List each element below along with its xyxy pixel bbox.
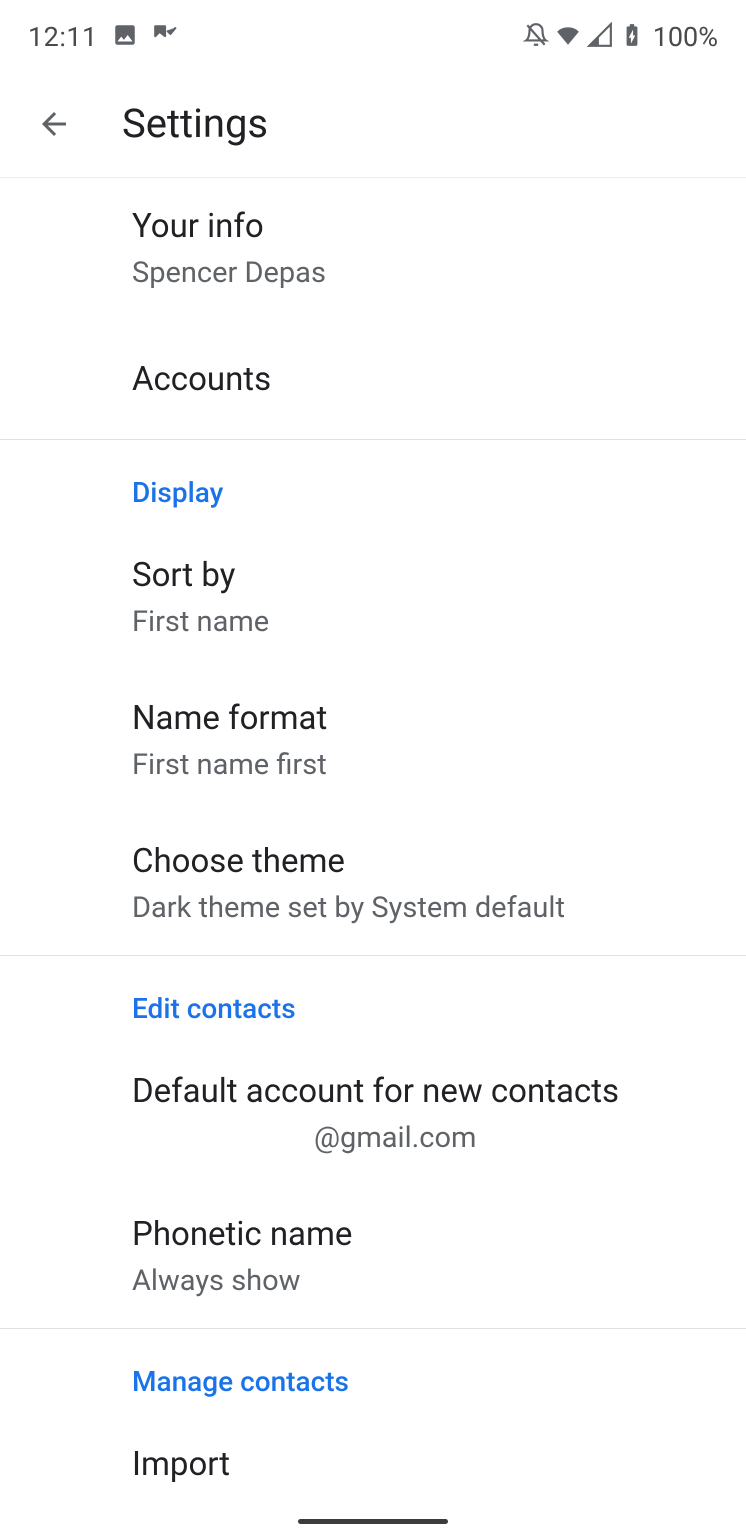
item-subtitle: Spencer Depas	[132, 255, 718, 293]
battery-charging-icon	[619, 22, 645, 52]
choose-theme-item[interactable]: Choose theme Dark theme set by System de…	[132, 813, 718, 956]
item-title: Import	[132, 1444, 718, 1487]
item-title: Name format	[132, 698, 718, 741]
page-title: Settings	[122, 100, 268, 147]
item-subtitle: Dark theme set by System default	[132, 890, 718, 928]
status-left: 12:11	[28, 21, 178, 53]
item-title: Sort by	[132, 555, 718, 598]
wifi-icon	[555, 22, 581, 52]
sort-by-item[interactable]: Sort by First name	[132, 527, 718, 670]
status-right: 100%	[523, 21, 718, 53]
item-subtitle: First name	[132, 604, 718, 642]
notifications-off-icon	[523, 22, 549, 52]
settings-list: Your info Spencer Depas Accounts Display…	[0, 178, 746, 1497]
import-item[interactable]: Import	[132, 1416, 718, 1497]
battery-text: 100%	[653, 21, 718, 53]
item-subtitle: First name first	[132, 747, 718, 785]
phonetic-name-item[interactable]: Phonetic name Always show	[132, 1186, 718, 1329]
item-subtitle: Always show	[132, 1263, 718, 1301]
section-edit-contacts: Edit contacts	[132, 956, 718, 1043]
accounts-item[interactable]: Accounts	[132, 321, 718, 440]
section-display: Display	[132, 440, 718, 527]
picture-icon	[112, 22, 138, 52]
item-title: Phonetic name	[132, 1214, 718, 1257]
item-title: Accounts	[132, 359, 718, 402]
item-subtitle: @gmail.com	[132, 1120, 718, 1158]
status-time: 12:11	[28, 21, 98, 53]
name-format-item[interactable]: Name format First name first	[132, 670, 718, 813]
back-button[interactable]	[34, 104, 74, 144]
your-info-item[interactable]: Your info Spencer Depas	[132, 178, 718, 321]
nav-handle[interactable]	[298, 1519, 448, 1524]
item-title: Choose theme	[132, 841, 718, 884]
app-bar: Settings	[0, 70, 746, 178]
section-manage-contacts: Manage contacts	[132, 1329, 718, 1416]
item-title: Default account for new contacts	[132, 1071, 718, 1114]
status-bar: 12:11 100%	[0, 0, 746, 70]
cell-signal-icon	[587, 22, 613, 52]
default-account-item[interactable]: Default account for new contacts @gmail.…	[132, 1043, 718, 1186]
item-title: Your info	[132, 206, 718, 249]
checkmark-icon	[152, 22, 178, 52]
